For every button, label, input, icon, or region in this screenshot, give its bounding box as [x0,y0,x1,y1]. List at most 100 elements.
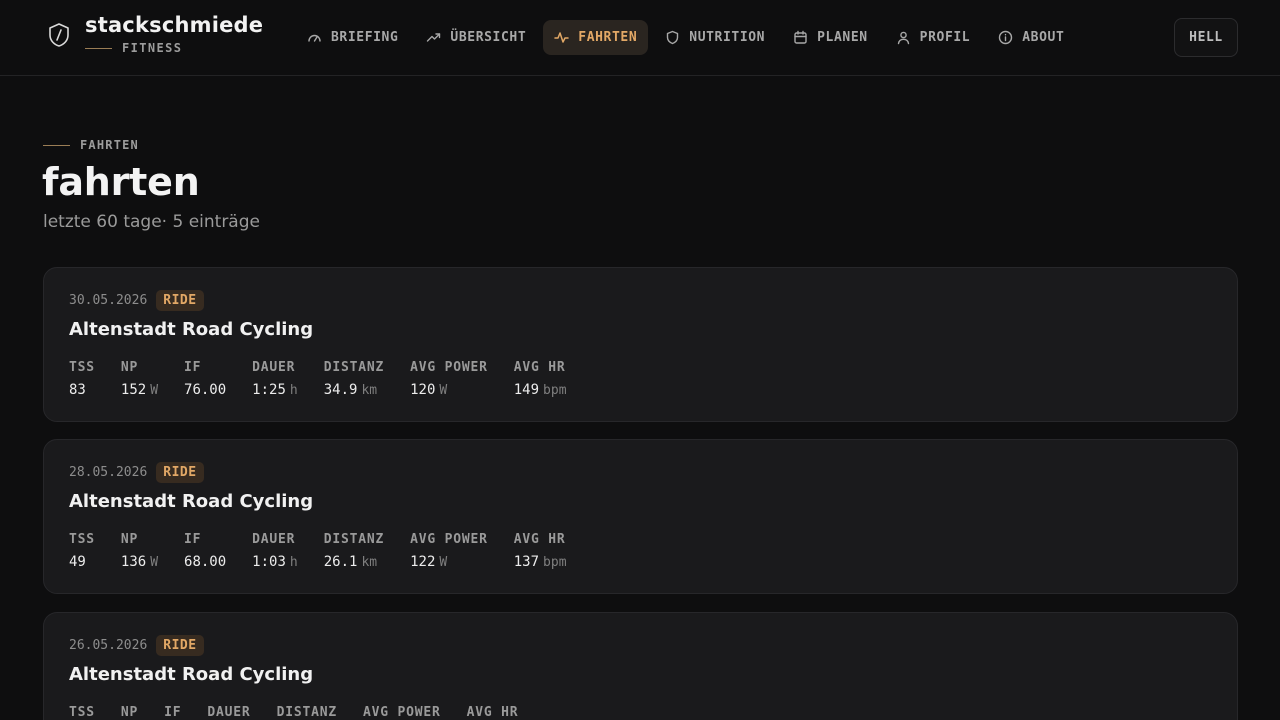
page-subtitle: letzte 60 tage· 5 einträge [43,212,260,232]
brand-subtitle-divider [85,47,112,49]
stat-label: AVG POWER [410,532,488,547]
stat-label: DAUER [207,705,251,720]
brand-subtitle-text: FITNESS [122,41,183,55]
stat-label: DISTANZ [276,705,337,720]
stat-label: AVG HR [513,360,566,375]
stat-tss: TSS 83 [69,360,95,399]
stat-value: 83 [69,382,95,398]
stat-tss: TSS [69,705,95,720]
stat-value: 1:03 h [252,554,298,571]
nav-item-label: FAHRTEN [578,30,638,45]
stat-avg-power: AVG POWER 122 W [410,532,488,571]
stat-value: 34.9 km [324,382,384,399]
info-icon [999,30,1013,45]
stat-number: 34.9 [323,382,358,398]
stat-number: 136 [120,554,147,570]
stat-label: TSS [69,360,95,375]
stat-value: 152 W [121,382,158,399]
stat-unit: W [439,383,448,398]
stat-number: 152 [120,382,147,398]
calendar-icon [794,30,807,44]
page-eyebrow-label: FAHRTEN [80,138,139,152]
user-icon [897,31,909,45]
stat-dauer: DAUER 1:25 h [252,360,298,399]
stat-label: IF [164,705,182,720]
stat-dauer: DAUER [207,705,250,720]
ride-type-badge: RIDE [156,462,204,483]
ride-date: 26.05.2026 [69,638,148,653]
stat-number: 83 [69,382,86,398]
stat-unit: W [150,383,159,398]
stat-label: DISTANZ [323,360,385,375]
theme-toggle-button[interactable]: HELL [1174,18,1238,57]
shield-logo-icon [49,22,69,47]
ride-name: Altenstadt Road Cycling [69,664,314,685]
stat-value: 120 W [410,382,488,399]
stat-value: 137 bpm [514,554,567,571]
stat-np: NP [121,705,138,720]
stat-avg-hr: AVG HR 137 bpm [514,532,567,571]
stat-label: AVG POWER [362,705,441,720]
stat-value: 26.1 km [324,554,384,571]
nav-item-label: PROFIL [919,30,971,45]
stat-if: IF [164,705,181,720]
stat-label: TSS [69,532,95,547]
activity-icon [554,32,570,43]
stat-label: NP [120,360,139,375]
brand-name: stackschmiede [85,13,264,37]
nav-item-label: ÜBERSICHT [450,30,527,45]
stat-value: 1:25 h [252,382,298,399]
gauge-icon [308,34,321,42]
stat-unit: h [289,555,298,570]
top-navigation-bar: stackschmiede FITNESS BRIEFING ÜBERSICHT… [0,0,1280,76]
stat-unit: h [289,383,298,398]
page-eyebrow: FAHRTEN [43,138,139,152]
eyebrow-divider [43,144,70,146]
nav-item-profil[interactable]: PROFIL [885,20,982,55]
ride-name: Altenstadt Road Cycling [69,319,314,340]
stat-label: TSS [69,705,95,720]
ride-card[interactable]: 30.05.2026 RIDE Altenstadt Road Cycling … [43,267,1238,422]
ride-stats: TSS 49 NP 136 W IF 68.00 DAUER 1:03 h DIST… [69,532,593,571]
stat-value: 136 W [121,554,158,571]
stat-label: IF [184,532,202,547]
nav-item-nutrition[interactable]: NUTRITION [654,20,776,55]
stat-unit: bpm [543,383,567,398]
nav-item-about[interactable]: ABOUT [987,20,1075,55]
ride-header: 30.05.2026 RIDE [69,290,204,311]
ride-type-badge: RIDE [156,290,204,311]
stat-distanz: DISTANZ [277,705,337,720]
nav-item-planen[interactable]: PLANEN [782,20,879,55]
ride-header: 28.05.2026 RIDE [69,462,204,483]
stat-label: DAUER [252,532,296,547]
stat-tss: TSS 49 [69,532,95,571]
ride-type-badge: RIDE [156,635,204,656]
stat-label: AVG HR [513,532,566,547]
ride-date: 28.05.2026 [69,465,148,480]
nav-item-uebersicht[interactable]: ÜBERSICHT [415,20,537,55]
stat-distanz: DISTANZ 26.1 km [324,532,384,571]
stat-value: 76.00 [184,382,226,398]
stat-if: IF 68.00 [184,532,226,571]
ride-card[interactable]: 28.05.2026 RIDE Altenstadt Road Cycling … [43,439,1238,594]
nav-item-fahrten[interactable]: FAHRTEN [543,20,649,55]
stat-label: IF [184,360,202,375]
ride-header: 26.05.2026 RIDE [69,635,204,656]
stat-dauer: DAUER 1:03 h [252,532,298,571]
ride-card[interactable]: 26.05.2026 RIDE Altenstadt Road Cycling … [43,612,1238,720]
stat-number: 149 [513,382,540,398]
stat-number: 1:25 [252,382,286,398]
stat-unit: W [439,555,448,570]
stat-unit: bpm [543,555,567,570]
stat-avg-power: AVG POWER 120 W [410,360,488,399]
page-title: fahrten [42,160,200,204]
stat-unit: km [361,383,378,398]
stat-label: NP [120,705,139,720]
nav-item-briefing[interactable]: BRIEFING [296,20,409,55]
stat-number: 26.1 [323,554,358,570]
main-nav: BRIEFING ÜBERSICHT FAHRTEN NUTRITION PLA… [296,20,1081,55]
ride-stats: TSS NP IF DAUER DISTANZ AVG POWER AVG HR [69,705,544,720]
brand-logo-link[interactable]: stackschmiede FITNESS [46,12,263,55]
stat-value: 49 [69,554,95,570]
stat-label: DISTANZ [323,532,385,547]
